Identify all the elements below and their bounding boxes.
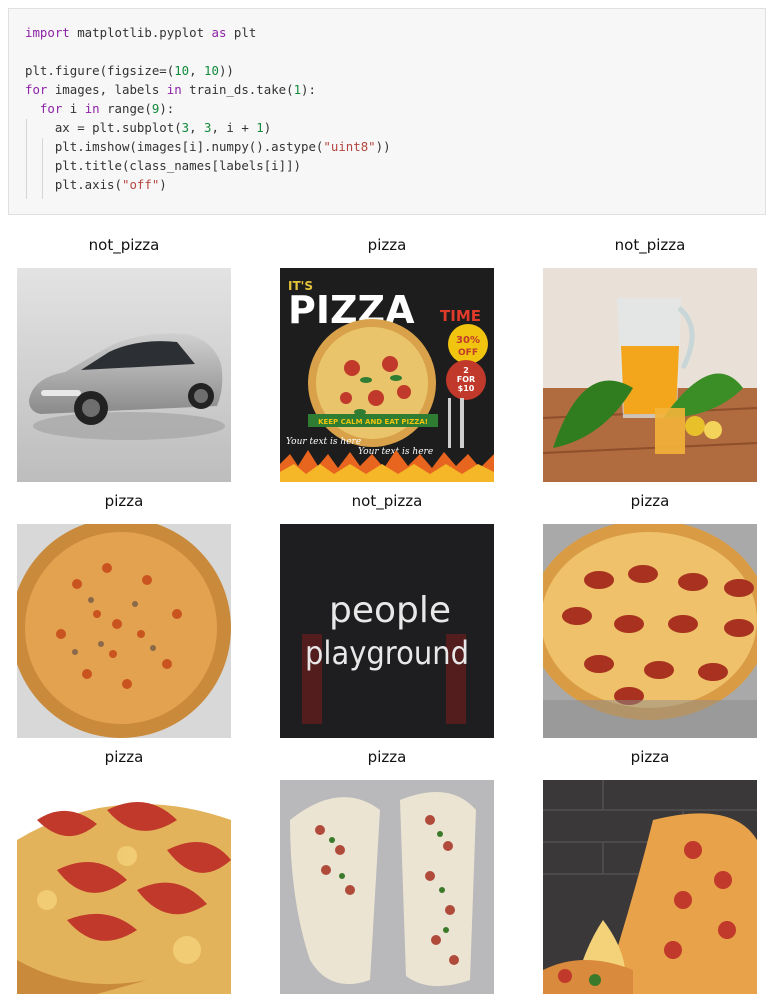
code-token: plt.imshow(images[i].numpy().astype( xyxy=(25,139,324,154)
code-token: , xyxy=(189,63,205,78)
code-token: images, labels xyxy=(47,82,167,97)
code-line: for images, labels in train_ds.take(1): xyxy=(25,80,391,99)
subplot-title: not_pizza xyxy=(614,236,686,254)
code-token: ) xyxy=(159,177,167,192)
code-token: , i + xyxy=(211,120,257,135)
code-token: "off" xyxy=(121,177,160,192)
poster-deal2-text: FOR xyxy=(457,375,475,384)
pizza-slice-image xyxy=(543,780,757,994)
code-cell[interactable]: import matplotlib.pyplot as plt plt.figur… xyxy=(8,8,766,215)
code-token: 10 xyxy=(204,63,219,78)
code-token: i xyxy=(62,101,85,116)
code-editor[interactable]: import matplotlib.pyplot as plt plt.figur… xyxy=(25,23,391,194)
pepperoni-closeup-image xyxy=(17,780,231,994)
code-token: ): xyxy=(301,82,316,97)
code-token: in xyxy=(84,101,100,116)
code-token: "uint8" xyxy=(323,139,376,154)
code-token: plt.axis( xyxy=(25,177,122,192)
code-token: plt.figure(figsize=( xyxy=(25,63,175,78)
game-title-line-1: people xyxy=(329,590,451,631)
code-line: plt.imshow(images[i].numpy().astype("uin… xyxy=(25,137,391,156)
subplot-title: pizza xyxy=(630,492,670,510)
code-token: plt.title(class_names[labels[i]]) xyxy=(25,158,302,173)
code-token: for xyxy=(39,101,63,116)
subplot-title: pizza xyxy=(367,236,407,254)
code-token: for xyxy=(25,82,48,97)
juice-image xyxy=(543,268,757,482)
code-token: ): xyxy=(159,101,175,116)
subplot-title: not_pizza xyxy=(351,492,423,510)
code-line: plt.axis("off") xyxy=(25,175,391,194)
code-token: , xyxy=(189,120,205,135)
subplot-title: pizza xyxy=(367,748,407,766)
pizza-poster-image: IT'S PIZZA TIME 30% OFF 2 FOR $10 KEEP C… xyxy=(280,268,494,482)
code-token: in xyxy=(166,82,182,97)
code-token: )) xyxy=(375,139,391,154)
poster-deal3-text: $10 xyxy=(458,384,475,393)
poster-deal-text: 2 xyxy=(463,366,469,375)
code-token: 10 xyxy=(174,63,190,78)
subplot-title: pizza xyxy=(104,492,144,510)
poster-text-1: Your text is here xyxy=(286,437,361,447)
pizza-image xyxy=(17,524,231,738)
poster-banner-text: KEEP CALM AND EAT PIZZA! xyxy=(318,418,428,426)
game-title-line-2: playground xyxy=(305,634,469,672)
pepperoni-pizza-image xyxy=(543,524,757,738)
code-token: range( xyxy=(99,101,152,116)
stromboli-image xyxy=(280,780,494,994)
code-token: matplotlib.pyplot xyxy=(69,25,212,40)
indent-guide xyxy=(26,119,27,199)
indent-guide xyxy=(42,138,43,199)
code-token: as xyxy=(211,25,227,40)
code-token: 1 xyxy=(256,120,264,135)
code-token: plt xyxy=(226,25,257,40)
poster-off-text: OFF xyxy=(458,348,478,358)
subplot-title: pizza xyxy=(630,748,670,766)
people-playground-image: people playground xyxy=(280,524,494,738)
poster-time-text: TIME xyxy=(440,307,481,325)
code-token: 3 xyxy=(204,120,212,135)
code-line: plt.figure(figsize=(10, 10)) xyxy=(25,61,391,80)
code-token: 1 xyxy=(293,82,302,97)
code-token: train_ds.take( xyxy=(181,82,294,97)
code-token: 3 xyxy=(181,120,190,135)
subplot-title: pizza xyxy=(104,748,144,766)
code-token: )) xyxy=(218,63,234,78)
code-line: ax = plt.subplot(3, 3, i + 1) xyxy=(25,118,391,137)
code-line: plt.title(class_names[labels[i]]) xyxy=(25,156,391,175)
code-token: import xyxy=(25,25,70,40)
car-image xyxy=(17,268,231,482)
subplot-title: not_pizza xyxy=(88,236,160,254)
code-token: ) xyxy=(263,120,272,135)
poster-off-pct-text: 30% xyxy=(456,335,480,346)
cell-output: not_pizza pizza IT'S PIZZA TIME 30% OFF … xyxy=(0,226,768,996)
code-token: ax = plt.subplot( xyxy=(25,120,182,135)
code-line: import matplotlib.pyplot as plt xyxy=(25,23,391,42)
code-line: for i in range(9): xyxy=(25,99,391,118)
